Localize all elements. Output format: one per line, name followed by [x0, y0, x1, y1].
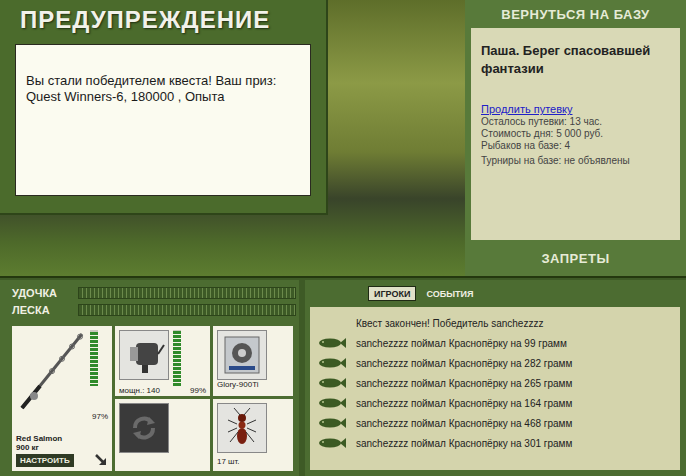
- reel-reading: 99%: [190, 386, 206, 396]
- fish-icon: [317, 357, 347, 369]
- rod-capacity: 900 кг: [16, 443, 108, 453]
- bait-slot[interactable]: 17 шт.: [213, 399, 293, 471]
- event-icon-slot: [316, 376, 348, 390]
- rod-name: Red Salmon: [16, 434, 108, 444]
- expand-arrow-icon[interactable]: [94, 453, 108, 467]
- warning-message: Вы стали победителем квеста! Ваш приз: Q…: [15, 44, 311, 196]
- tab-bar: ИГРОКИ СОБЫТИЯ: [310, 286, 680, 301]
- fish-icon: [317, 437, 347, 449]
- tackle-panel: УДОЧКА ЛЕСКА 97% Red Salmon900 кгНАСТРОИТЬ м…: [0, 280, 299, 476]
- base-info-line: Стоимость дня: 5 000 руб.: [481, 128, 670, 139]
- reel-thumb: [119, 330, 169, 380]
- rod-slot[interactable]: 97% Red Salmon900 кгНАСТРОИТЬ: [12, 326, 112, 471]
- event-row: sanchezzzz поймал Краснопёрку на 265 гра…: [316, 373, 674, 393]
- reel-icon: [122, 335, 166, 375]
- event-text: Квест закончен! Победитель sanchezzzz: [356, 318, 543, 329]
- game-screen: ПРЕДУПРЕЖДЕНИЕВы стали победителем квест…: [0, 0, 686, 476]
- base-info-line: Турниры на базе: не объявлены: [481, 155, 670, 166]
- bait-thumb: [217, 403, 267, 453]
- meter-track: [78, 304, 296, 316]
- event-icon-slot: [316, 316, 348, 330]
- line-slot[interactable]: Glory-900Ti: [213, 326, 293, 396]
- events-panel: ИГРОКИ СОБЫТИЯ Квест закончен! Победитель …: [305, 280, 686, 476]
- event-icon-slot: [316, 396, 348, 410]
- event-row: Квест закончен! Победитель sanchezzzz: [316, 313, 674, 333]
- rod-icon: [16, 330, 86, 412]
- meter-label: ЛЕСКА: [12, 304, 78, 316]
- meter-track: [78, 287, 296, 299]
- line-spool-icon: [221, 333, 263, 377]
- base-info-line: Рыбаков на базе: 4: [481, 140, 670, 151]
- event-row: sanchezzzz поймал Краснопёрку на 282 гра…: [316, 353, 674, 373]
- return-to-base-button[interactable]: ВЕРНУТЬСЯ НА БАЗУ: [471, 0, 680, 28]
- event-text: sanchezzzz поймал Краснопёрку на 164 гра…: [356, 398, 572, 409]
- event-row: sanchezzzz поймал Краснопёрку на 301 гра…: [316, 433, 674, 453]
- bait-count: 17 шт.: [217, 457, 289, 467]
- line-thumb: [217, 330, 267, 380]
- fish-icon: [317, 377, 347, 389]
- refresh-icon: [129, 413, 159, 443]
- tab[interactable]: ИГРОКИ: [368, 286, 416, 301]
- fish-icon: [317, 337, 347, 349]
- event-icon-slot: [316, 356, 348, 370]
- fish-icon: [317, 417, 347, 429]
- base-panel: ВЕРНУТЬСЯ НА БАЗУПаша. Берег спасовавшей…: [465, 0, 686, 276]
- base-info-line: Осталось путевки: 13 час.: [481, 116, 670, 127]
- rod-reading: 97%: [92, 412, 108, 422]
- reel-power: мощн.: 140: [119, 386, 160, 396]
- event-text: sanchezzzz поймал Краснопёрку на 301 гра…: [356, 438, 572, 449]
- event-row: sanchezzzz поймал Краснопёрку на 164 гра…: [316, 393, 674, 413]
- event-icon-slot: [316, 416, 348, 430]
- bottom-area: УДОЧКА ЛЕСКА 97% Red Salmon900 кгНАСТРОИТЬ м…: [0, 278, 686, 476]
- base-info: Паша. Берег спасовавшей фантазии Продлить…: [471, 28, 680, 240]
- fish-icon: [317, 397, 347, 409]
- event-text: sanchezzzz поймал Краснопёрку на 282 гра…: [356, 358, 572, 369]
- rod-meter-fill: [90, 332, 98, 386]
- event-icon-slot: [316, 336, 348, 350]
- event-list: Квест закончен! Победитель sanchezzzz san…: [310, 307, 680, 470]
- event-row: sanchezzzz поймал Краснопёрку на 468 гра…: [316, 413, 674, 433]
- bans-button[interactable]: ЗАПРЕТЫ: [471, 240, 680, 276]
- warning-title: ПРЕДУПРЕЖДЕНИЕ: [0, 0, 326, 40]
- event-row: sanchezzzz поймал Краснопёрку на 99 грам…: [316, 333, 674, 353]
- top-area: ПРЕДУПРЕЖДЕНИЕВы стали победителем квест…: [0, 0, 686, 278]
- ant-bait-icon: [220, 406, 264, 450]
- reel-meter: [173, 330, 181, 386]
- event-icon-slot: [316, 436, 348, 450]
- meter-label: УДОЧКА: [12, 287, 78, 299]
- tension-meter: ЛЕСКА: [12, 303, 296, 317]
- fishing-scene: ПРЕДУПРЕЖДЕНИЕВы стали победителем квест…: [0, 0, 465, 276]
- tension-meter: УДОЧКА: [12, 286, 296, 300]
- base-name: Паша. Берег спасовавшей фантазии: [481, 42, 670, 77]
- reel-meter-fill: [173, 331, 181, 386]
- tackle-grid: 97% Red Salmon900 кгНАСТРОИТЬ мощн.: 140 99…: [12, 326, 296, 471]
- extend-link[interactable]: Продлить путевку: [481, 103, 670, 115]
- tab[interactable]: СОБЫТИЯ: [420, 286, 479, 301]
- event-text: sanchezzzz поймал Краснопёрку на 265 гра…: [356, 378, 572, 389]
- event-text: sanchezzzz поймал Краснопёрку на 99 грам…: [356, 338, 567, 349]
- warning-panel: ПРЕДУПРЕЖДЕНИЕВы стали победителем квест…: [0, 0, 328, 215]
- event-text: sanchezzzz поймал Краснопёрку на 468 гра…: [356, 418, 572, 429]
- reel-slot[interactable]: мощн.: 140 99%: [115, 326, 210, 396]
- setup-button[interactable]: НАСТРОИТЬ: [16, 454, 74, 467]
- empty-slot-thumb: [119, 403, 169, 453]
- line-name: Glory-900Ti: [217, 380, 289, 390]
- rod-meter: [90, 330, 98, 386]
- hook-slot[interactable]: [115, 399, 210, 471]
